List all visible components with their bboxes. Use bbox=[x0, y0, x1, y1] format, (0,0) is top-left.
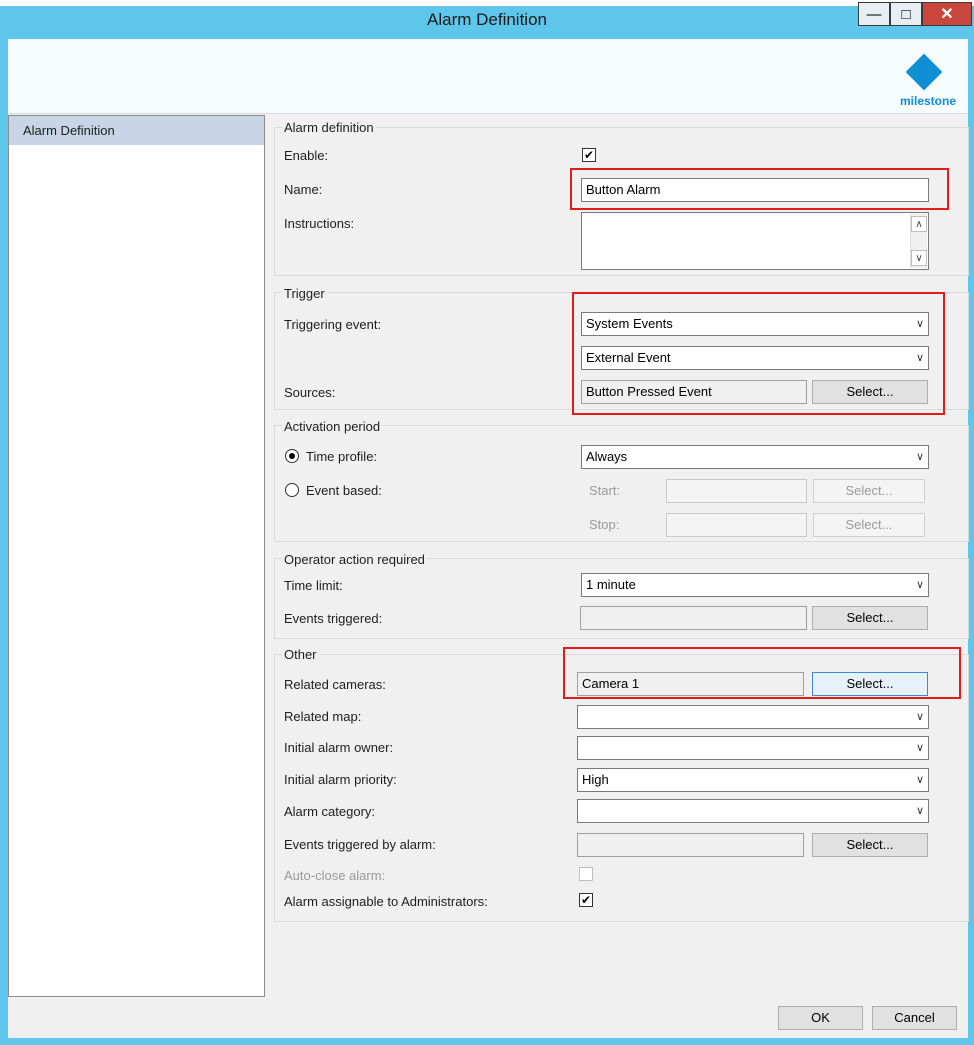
close-button[interactable]: ✕ bbox=[922, 2, 972, 26]
instructions-label: Instructions: bbox=[284, 216, 354, 231]
initial-priority-dropdown[interactable]: High ∨ bbox=[577, 768, 929, 792]
triggering-event-label: Triggering event: bbox=[284, 317, 381, 332]
stop-field bbox=[666, 513, 807, 537]
assignable-label: Alarm assignable to Administrators: bbox=[284, 894, 488, 909]
time-limit-value: 1 minute bbox=[586, 577, 636, 592]
chevron-down-icon: ∨ bbox=[916, 706, 924, 728]
events-by-alarm-label: Events triggered by alarm: bbox=[284, 837, 436, 852]
minimize-icon: — bbox=[867, 6, 882, 23]
group-title-activation: Activation period bbox=[282, 419, 382, 434]
scroll-up-icon[interactable]: ∧ bbox=[911, 216, 927, 232]
window-title: Alarm Definition bbox=[0, 10, 974, 30]
header-banner bbox=[8, 39, 968, 114]
related-map-label: Related map: bbox=[284, 709, 361, 724]
event-based-label: Event based: bbox=[306, 483, 382, 498]
enable-label: Enable: bbox=[284, 148, 328, 163]
highlight-box-cameras bbox=[563, 647, 961, 699]
time-profile-value: Always bbox=[586, 449, 627, 464]
nav-item-label: Alarm Definition bbox=[23, 123, 115, 138]
close-icon: ✕ bbox=[940, 4, 953, 24]
event-based-radio[interactable] bbox=[285, 483, 299, 497]
events-by-alarm-field bbox=[577, 833, 804, 857]
stop-label: Stop: bbox=[589, 517, 619, 532]
events-triggered-select-button[interactable]: Select... bbox=[812, 606, 928, 630]
assignable-checkbox[interactable]: ✔ bbox=[579, 893, 593, 907]
time-profile-label: Time profile: bbox=[306, 449, 377, 464]
start-label: Start: bbox=[589, 483, 620, 498]
maximize-icon: □ bbox=[901, 6, 910, 23]
name-label: Name: bbox=[284, 182, 322, 197]
minimize-button[interactable]: — bbox=[858, 2, 890, 26]
alarm-category-dropdown[interactable]: ∨ bbox=[577, 799, 929, 823]
instructions-textarea[interactable]: ∧ ∨ bbox=[581, 212, 929, 270]
time-profile-radio[interactable] bbox=[285, 449, 299, 463]
navigation-tree bbox=[8, 115, 265, 997]
group-title-operator: Operator action required bbox=[282, 552, 427, 567]
cancel-button[interactable]: Cancel bbox=[872, 1006, 957, 1030]
initial-owner-dropdown[interactable]: ∨ bbox=[577, 736, 929, 760]
start-field bbox=[666, 479, 807, 503]
chevron-down-icon: ∨ bbox=[916, 446, 924, 468]
events-by-alarm-select-button[interactable]: Select... bbox=[812, 833, 928, 857]
start-select-button[interactable]: Select... bbox=[813, 479, 925, 503]
chevron-down-icon: ∨ bbox=[916, 737, 924, 759]
brand-logo-text: milestone bbox=[888, 94, 968, 108]
related-cameras-label: Related cameras: bbox=[284, 677, 386, 692]
chevron-down-icon: ∨ bbox=[916, 574, 924, 596]
auto-close-label: Auto-close alarm: bbox=[284, 868, 385, 883]
radio-selected-dot bbox=[289, 453, 295, 459]
auto-close-checkbox bbox=[579, 867, 593, 881]
events-triggered-field bbox=[580, 606, 807, 630]
highlight-box-trigger bbox=[572, 292, 945, 415]
time-profile-dropdown[interactable]: Always ∨ bbox=[581, 445, 929, 469]
ok-button[interactable]: OK bbox=[778, 1006, 863, 1030]
chevron-down-icon: ∨ bbox=[916, 769, 924, 791]
chevron-down-icon: ∨ bbox=[916, 800, 924, 822]
highlight-box-name bbox=[570, 168, 949, 210]
check-icon: ✔ bbox=[581, 893, 591, 907]
stop-select-button[interactable]: Select... bbox=[813, 513, 925, 537]
instructions-scrollbar[interactable]: ∧ ∨ bbox=[910, 214, 927, 268]
alarm-category-label: Alarm category: bbox=[284, 804, 375, 819]
time-limit-label: Time limit: bbox=[284, 578, 343, 593]
maximize-button[interactable]: □ bbox=[890, 2, 922, 26]
initial-priority-value: High bbox=[582, 772, 609, 787]
initial-owner-label: Initial alarm owner: bbox=[284, 740, 393, 755]
scroll-down-icon[interactable]: ∨ bbox=[911, 250, 927, 266]
events-triggered-label: Events triggered: bbox=[284, 611, 382, 626]
group-title-alarm-definition: Alarm definition bbox=[282, 120, 376, 135]
group-title-trigger: Trigger bbox=[282, 286, 327, 301]
related-map-dropdown[interactable]: ∨ bbox=[577, 705, 929, 729]
group-title-other: Other bbox=[282, 647, 319, 662]
sources-label: Sources: bbox=[284, 385, 335, 400]
enable-checkbox[interactable]: ✔ bbox=[582, 148, 596, 162]
check-icon: ✔ bbox=[584, 148, 594, 162]
initial-priority-label: Initial alarm priority: bbox=[284, 772, 397, 787]
time-limit-dropdown[interactable]: 1 minute ∨ bbox=[581, 573, 929, 597]
